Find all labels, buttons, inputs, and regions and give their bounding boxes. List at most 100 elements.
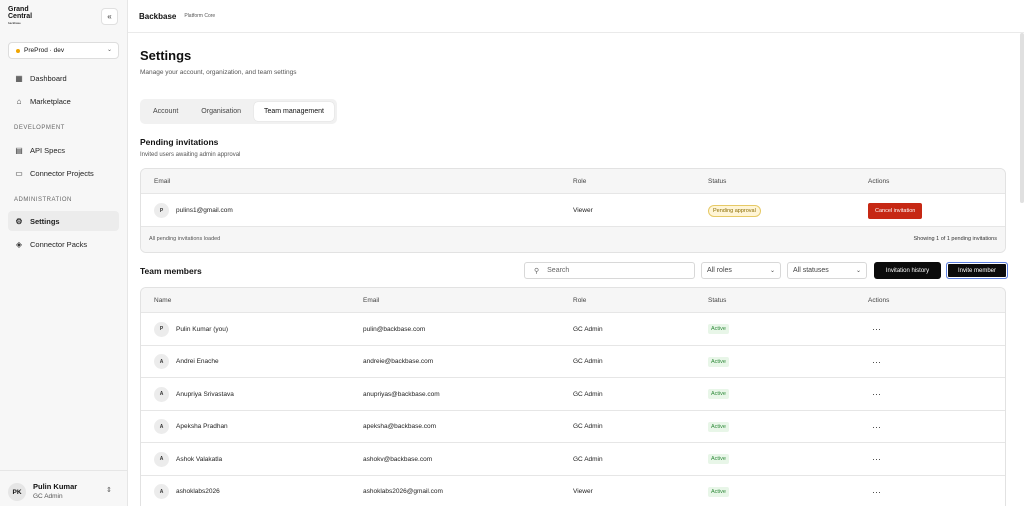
file-icon: ▤ <box>15 145 23 155</box>
status-cell: Active <box>708 313 729 345</box>
environment-selector[interactable]: PreProd · dev ⌄ <box>8 42 119 59</box>
pending-invitations-title: Pending invitations <box>140 137 219 147</box>
user-menu[interactable]: PK Pulin Kumar GC Admin ⇕ <box>0 470 127 506</box>
sidebar-item-api-specs[interactable]: ▤ API Specs <box>8 140 119 160</box>
invite-email: pulins1@gmail.com <box>176 207 233 214</box>
scrollbar[interactable] <box>1020 33 1024 203</box>
sidebar-item-connector-packs[interactable]: ◈ Connector Packs <box>8 234 119 254</box>
brand-name: Backbase <box>139 11 177 21</box>
page-title: Settings <box>140 48 192 63</box>
chevron-up-down-icon: ⇕ <box>106 487 112 494</box>
status-badge: Active <box>708 389 729 399</box>
table-footer: All pending invitations loaded Showing 1… <box>141 227 1005 252</box>
search-input[interactable]: ⚲ Search <box>524 262 695 279</box>
sidebar-item-label: API Specs <box>30 145 66 155</box>
team-members-table: Name Email Role Status Actions P Pulin Ku… <box>140 287 1006 506</box>
collapse-sidebar-button[interactable]: « <box>101 8 118 25</box>
package-icon: ◈ <box>15 239 23 249</box>
avatar: P <box>154 321 169 337</box>
sidebar: Grand Central backbase « PreProd · dev ⌄… <box>0 0 128 506</box>
user-role: GC Admin <box>33 493 63 500</box>
tab-team-management[interactable]: Team management <box>254 102 334 121</box>
avatar: A <box>154 386 169 402</box>
pending-invitations-table: Email Role Status Actions P pulins1@gmai… <box>140 168 1006 253</box>
search-icon: ⚲ <box>534 267 540 275</box>
sidebar-item-marketplace[interactable]: ⌂ Marketplace <box>8 91 119 111</box>
column-email: Email <box>154 178 171 185</box>
invite-member-button[interactable]: Invite member <box>946 262 1008 279</box>
status-badge: Active <box>708 454 729 464</box>
store-icon: ⌂ <box>16 96 22 106</box>
tab-organisation[interactable]: Organisation <box>191 102 251 121</box>
grand-central-logo[interactable]: Grand Central backbase <box>8 6 48 28</box>
email-cell: pulin@backbase.com <box>363 325 426 333</box>
sidebar-item-label: Marketplace <box>30 96 71 106</box>
sidebar-item-label: Connector Projects <box>30 168 94 178</box>
avatar: A <box>154 484 169 499</box>
folder-icon: ▭ <box>15 168 23 178</box>
status-cell: Active <box>708 443 729 475</box>
column-actions: Actions <box>868 297 890 304</box>
role-cell: GC Admin <box>573 455 603 463</box>
table-row: A Anupriya Srivastava anupriyas@backbase.… <box>141 378 1005 411</box>
more-horizontal-icon: ··· <box>872 421 881 432</box>
cancel-invitation-button[interactable]: Cancel invitation <box>868 202 923 219</box>
invitation-history-button[interactable]: Invitation history <box>874 262 941 279</box>
sidebar-item-connector-projects[interactable]: ▭ Connector Projects <box>8 163 119 183</box>
actions-cell: Cancel invitation <box>868 194 923 227</box>
avatar: A <box>154 451 169 467</box>
email-cell: andreie@backbase.com <box>363 358 434 365</box>
status-filter-value: All statuses <box>793 267 829 274</box>
member-name: Pulin Kumar (you) <box>176 325 229 333</box>
column-status: Status <box>708 297 727 304</box>
member-name: Anupriya Srivastava <box>176 390 234 398</box>
row-actions-menu[interactable]: ··· <box>872 313 881 345</box>
row-actions-menu[interactable]: ··· <box>872 476 881 506</box>
row-actions-menu[interactable]: ··· <box>872 443 881 475</box>
email-cell: ashokv@backbase.com <box>363 455 433 463</box>
avatar: A <box>154 354 169 369</box>
sidebar-item-settings[interactable]: ⚙ Settings <box>8 211 119 231</box>
column-role: Role <box>573 178 587 185</box>
footer-status: All pending invitations loaded <box>149 236 221 242</box>
email-cell: apeksha@backbase.com <box>363 423 437 430</box>
roles-filter-value: All roles <box>707 267 732 274</box>
section-administration: ADMINISTRATION <box>14 197 72 203</box>
status-badge: Active <box>708 324 729 334</box>
more-horizontal-icon: ··· <box>872 356 881 367</box>
name-cell: A Andrei Enache <box>154 346 219 378</box>
member-name: Ashok Valakatla <box>176 455 223 463</box>
row-actions-menu[interactable]: ··· <box>872 378 881 410</box>
tab-account[interactable]: Account <box>143 102 188 121</box>
row-actions-menu[interactable]: ··· <box>872 411 881 443</box>
column-status: Status <box>708 178 727 185</box>
section-development: DEVELOPMENT <box>14 125 65 131</box>
name-cell: Aashoklabs2026 <box>154 476 220 506</box>
top-bar: Backbase Platform Core <box>128 0 1024 33</box>
column-name: Name <box>154 297 172 304</box>
status-cell: Active <box>708 411 729 443</box>
column-role: Role <box>573 297 587 304</box>
table-row: P pulins1@gmail.com Viewer Pending appro… <box>141 194 1005 227</box>
environment-status-dot <box>16 48 20 53</box>
email-cell: anupriyas@backbase.com <box>363 390 440 398</box>
sidebar-item-label: Settings <box>30 216 60 226</box>
email-cell: ashoklabs2026@gmail.com <box>363 488 443 495</box>
name-cell: P Pulin Kumar (you) <box>154 313 228 345</box>
email-cell: P pulins1@gmail.com <box>154 194 233 227</box>
table-row: A Andrei Enache andreie@backbase.com GC A… <box>141 346 1005 378</box>
logo-line1: Grand <box>8 6 29 13</box>
brand-subtitle: Platform Core <box>184 13 216 19</box>
footer-count: Showing 1 of 1 pending invitations <box>913 236 997 242</box>
roles-filter-select[interactable]: All roles ⌄ <box>701 262 781 279</box>
chevron-down-icon: ⌄ <box>769 268 775 274</box>
row-actions-menu[interactable]: ··· <box>872 346 881 378</box>
status-filter-select[interactable]: All statuses ⌄ <box>787 262 867 279</box>
double-chevron-left-icon: « <box>107 12 112 21</box>
status-badge: Active <box>708 356 729 367</box>
status-cell: Pending approval <box>708 194 761 227</box>
sidebar-item-dashboard[interactable]: ▦ Dashboard <box>8 68 119 88</box>
search-placeholder: Search <box>547 267 570 274</box>
team-members-title: Team members <box>140 266 202 276</box>
sidebar-item-label: Dashboard <box>30 73 67 83</box>
